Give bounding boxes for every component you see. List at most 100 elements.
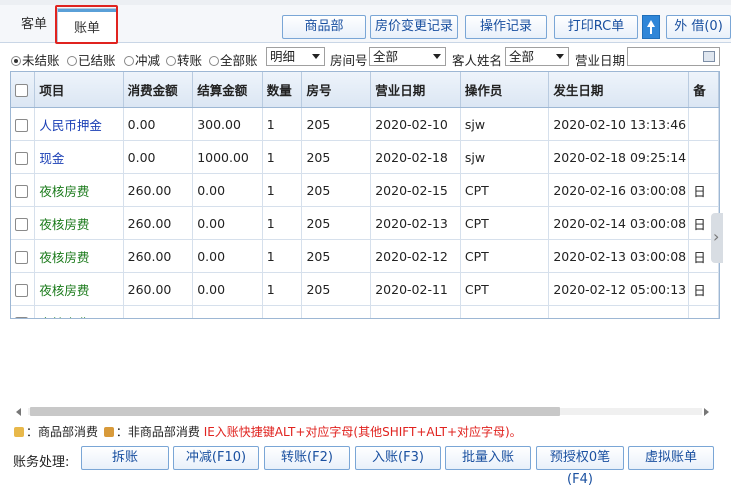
header-remark[interactable]: 备 xyxy=(688,72,719,108)
header-consume[interactable]: 消费金额 xyxy=(123,72,194,108)
cell-item: 现金 xyxy=(34,140,124,174)
radio-unsettled[interactable]: 未结账 xyxy=(11,50,60,69)
table-row[interactable]: 夜核房费 260.00 0.00 1 205 2020-02-12 CPT 2020-02-1… xyxy=(11,239,719,273)
cell-operator: CPT xyxy=(460,305,550,318)
detail-select[interactable]: 明细 xyxy=(266,47,325,66)
cell-remark xyxy=(688,140,719,174)
header-occur[interactable]: 发生日期 xyxy=(548,72,690,108)
checkbox-cell[interactable] xyxy=(11,173,36,207)
operation-log-button[interactable]: 操作记录 xyxy=(465,15,547,39)
room-select[interactable]: 全部 xyxy=(369,47,446,66)
cell-item: 夜核房费 xyxy=(34,272,124,306)
split-bill-button[interactable]: 拆账 xyxy=(81,446,169,470)
cell-occur: 2020-02-11 05:00:13 xyxy=(548,305,690,318)
bill-table: 项目 消费金额 结算金额 数量 房号 营业日期 操作员 发生日期 备 人民币押金… xyxy=(11,72,719,318)
cell-remark: 日 xyxy=(688,272,719,306)
cell-item: 人民币押金 xyxy=(34,107,124,141)
batch-post-button[interactable]: 批量入账 xyxy=(445,446,531,470)
checkbox-icon[interactable] xyxy=(15,118,28,132)
table-row[interactable]: 现金 0.00 1000.00 1 205 2020-02-18 sjw 2020-02-18… xyxy=(11,140,719,174)
upload-icon[interactable] xyxy=(642,15,660,39)
checkbox-icon[interactable] xyxy=(15,84,28,97)
cell-occur: 2020-02-16 03:00:08 xyxy=(548,173,690,207)
checkbox-cell[interactable] xyxy=(11,272,36,306)
offset-button[interactable]: 冲减(F10) xyxy=(173,446,259,470)
cell-item: 夜核房费 xyxy=(34,305,124,318)
table-row[interactable]: 夜核房费260.000.0012052020-02-10CPT2020-02-1… xyxy=(11,305,719,318)
checkbox-cell[interactable] xyxy=(11,107,36,141)
table-row[interactable]: 夜核房费 260.00 0.00 1 205 2020-02-11 CPT 2020-02-1… xyxy=(11,272,719,306)
header-operator[interactable]: 操作员 xyxy=(460,72,550,108)
checkbox-icon[interactable] xyxy=(15,184,28,198)
horizontal-scrollbar[interactable] xyxy=(12,403,719,420)
header-settle[interactable]: 结算金额 xyxy=(192,72,263,108)
cell-occur: 2020-02-12 05:00:13 xyxy=(548,272,690,306)
cell-settle: 0.00 xyxy=(192,305,263,318)
non-merchandise-icon xyxy=(103,427,114,437)
calendar-icon[interactable] xyxy=(703,51,715,62)
radio-offset[interactable]: 冲减 xyxy=(124,50,160,69)
checkbox-icon[interactable] xyxy=(15,250,28,264)
cell-bizdate: 2020-02-18 xyxy=(370,140,461,174)
scroll-left-icon[interactable] xyxy=(16,408,21,416)
cell-room: 205 xyxy=(301,173,372,207)
cell-qty: 1 xyxy=(262,305,303,318)
virtual-bill-button[interactable]: 虚拟账单 xyxy=(628,446,714,470)
cell-qty: 1 xyxy=(262,173,303,207)
radio-transfer[interactable]: 转账 xyxy=(166,50,202,69)
checkbox-cell[interactable] xyxy=(11,305,36,318)
checkbox-icon[interactable] xyxy=(15,283,28,297)
cell-settle: 0.00 xyxy=(192,272,263,306)
bill-grid: 项目 消费金额 结算金额 数量 房号 营业日期 操作员 发生日期 备 人民币押金… xyxy=(10,71,720,319)
cell-settle: 300.00 xyxy=(192,107,263,141)
header-room[interactable]: 房号 xyxy=(301,72,372,108)
guest-select[interactable]: 全部 xyxy=(505,47,569,66)
preauth-button[interactable]: 预授权0笔(F4) xyxy=(536,446,624,487)
print-rc-button[interactable]: 打印RC单 xyxy=(554,15,638,39)
tab-guest[interactable]: 客单 xyxy=(14,10,54,40)
cell-consume: 260.00 xyxy=(123,272,194,306)
scroll-right-icon[interactable] xyxy=(704,408,709,416)
header-item[interactable]: 项目 xyxy=(34,72,124,108)
radio-all[interactable]: 全部账 xyxy=(209,50,258,69)
table-row[interactable]: 夜核房费 260.00 0.00 1 205 2020-02-15 CPT 2020-02-1… xyxy=(11,173,719,207)
cell-operator: CPT xyxy=(460,206,550,240)
transfer-button[interactable]: 转账(F2) xyxy=(264,446,350,470)
cell-room: 205 xyxy=(301,206,372,240)
cell-occur: 2020-02-18 09:25:14 xyxy=(548,140,690,174)
cell-remark: 日 xyxy=(688,173,719,207)
cell-settle: 0.00 xyxy=(192,206,263,240)
header-qty[interactable]: 数量 xyxy=(262,72,303,108)
business-date-input[interactable] xyxy=(627,47,720,66)
checkbox-cell[interactable] xyxy=(11,140,36,174)
table-row[interactable]: 人民币押金 0.00 300.00 1 205 2020-02-10 sjw 2020-02-… xyxy=(11,107,719,141)
expand-panel-handle[interactable] xyxy=(711,213,723,263)
merchandise-button[interactable]: 商品部 xyxy=(282,15,366,39)
cell-consume: 260.00 xyxy=(123,206,194,240)
radio-selected-icon xyxy=(11,56,21,66)
radio-icon xyxy=(124,56,134,66)
cell-item: 夜核房费 xyxy=(34,239,124,273)
checkbox-icon[interactable] xyxy=(15,217,28,231)
cell-consume: 0.00 xyxy=(123,107,194,141)
cell-bizdate: 2020-02-10 xyxy=(370,305,461,318)
scroll-thumb[interactable] xyxy=(30,407,560,416)
cell-qty: 1 xyxy=(262,239,303,273)
radio-settled[interactable]: 已结账 xyxy=(67,50,116,69)
cell-consume: 260.00 xyxy=(123,239,194,273)
cell-consume: 260.00 xyxy=(123,305,194,318)
post-button[interactable]: 入账(F3) xyxy=(355,446,441,470)
table-row[interactable]: 夜核房费 260.00 0.00 1 205 2020-02-13 CPT 2020-02-1… xyxy=(11,206,719,240)
rate-change-log-button[interactable]: 房价变更记录 xyxy=(370,15,458,39)
chevron-down-icon xyxy=(312,54,320,59)
select-all-cell[interactable] xyxy=(11,72,36,108)
cell-qty: 1 xyxy=(262,272,303,306)
checkbox-cell[interactable] xyxy=(11,206,36,240)
lend-out-button[interactable]: 外 借(0) xyxy=(666,15,731,39)
checkbox-icon[interactable] xyxy=(15,151,28,165)
cell-bizdate: 2020-02-10 xyxy=(370,107,461,141)
checkbox-icon[interactable] xyxy=(15,316,28,318)
highlight-box xyxy=(55,5,118,44)
header-bizdate[interactable]: 营业日期 xyxy=(370,72,461,108)
checkbox-cell[interactable] xyxy=(11,239,36,273)
